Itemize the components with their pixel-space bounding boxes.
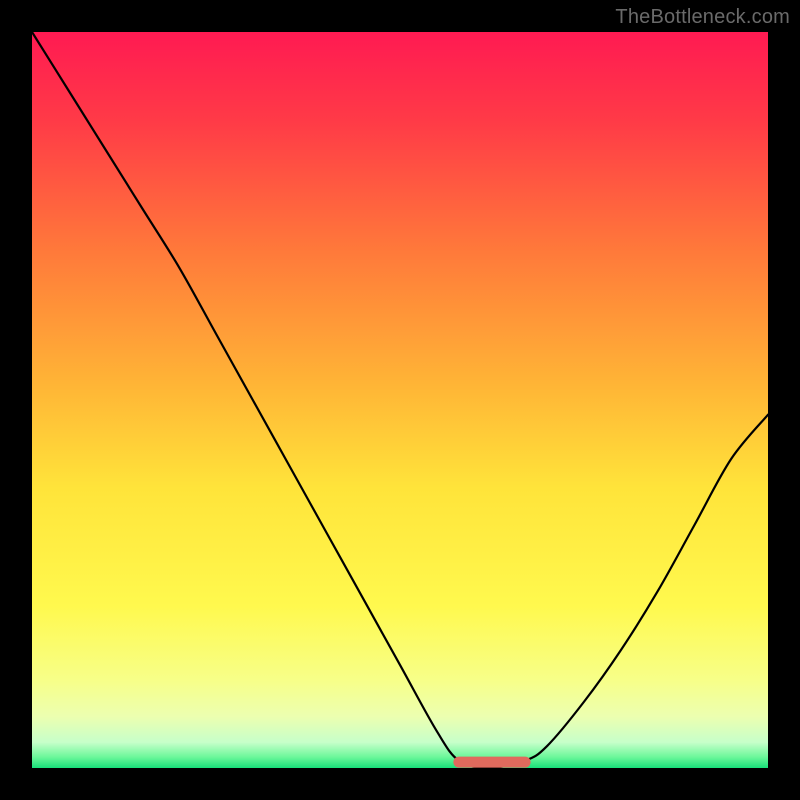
watermark-text: TheBottleneck.com [615, 6, 790, 29]
chart-frame [32, 32, 768, 768]
gradient-background [32, 32, 768, 768]
bottleneck-chart [32, 32, 768, 768]
